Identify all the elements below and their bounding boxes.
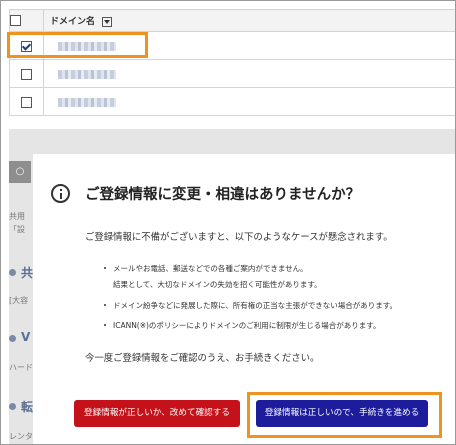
- row-checkbox[interactable]: [21, 97, 32, 108]
- domain-cell: [43, 87, 455, 116]
- background-bullet-icon: [9, 335, 16, 342]
- proceed-button-highlight: [247, 392, 442, 438]
- list-item: ドメイン紛争などに発展した際に、所有権の正当な主張ができない場合があります。: [103, 300, 397, 320]
- row-checkbox[interactable]: [21, 69, 32, 80]
- selected-row-highlight: [7, 32, 148, 58]
- domain-name-header-label: ドメイン名: [50, 17, 96, 27]
- list-item: ICANN(※)のポリシーによりドメインのご利用に制限が生じる場合があります。: [103, 320, 397, 336]
- background-bullet-icon: [9, 269, 16, 276]
- background-text: ハード: [9, 363, 33, 372]
- background-text: [大容: [9, 296, 29, 305]
- row-checkbox-cell: [9, 59, 44, 88]
- select-all-cell: [9, 9, 44, 32]
- info-icon: [51, 184, 70, 203]
- background-text: レンタ: [9, 432, 33, 441]
- background-heading: 共: [21, 266, 34, 280]
- blurred-domain-name: [58, 98, 116, 107]
- table-row[interactable]: [9, 59, 455, 88]
- background-tab-icon: ○: [9, 161, 31, 183]
- screenshot-frame: ドメイン名 ○ 共用 「設 共 [大容 V ハード 転 レンタ ご登録情報に変更…: [0, 0, 456, 445]
- blurred-domain-name: [58, 70, 116, 79]
- domain-name-header[interactable]: ドメイン名: [43, 9, 455, 32]
- background-heading: 転: [21, 400, 34, 414]
- domain-table: ドメイン名: [9, 9, 455, 116]
- recheck-registration-button[interactable]: 登録情報が正しいか、改めて確認する: [74, 400, 240, 427]
- dialog-note: 今一度ご登録情報をご確認のうえ、お手続きください。: [85, 353, 320, 364]
- sort-dropdown-icon[interactable]: [102, 16, 113, 27]
- row-checkbox-cell: [9, 87, 44, 116]
- list-item-continuation: 結果として、大切なドメインの失効を招く可能性があります。: [113, 280, 322, 289]
- background-heading: V: [21, 330, 31, 344]
- select-all-checkbox[interactable]: [10, 15, 21, 26]
- dialog-title: ご登録情報に変更・相違はありませんか？: [85, 187, 361, 203]
- table-header-row: ドメイン名: [9, 9, 455, 32]
- table-row[interactable]: [9, 87, 455, 116]
- domain-cell: [43, 59, 455, 88]
- background-text: 共用: [9, 212, 25, 221]
- background-text: 「設: [9, 225, 25, 234]
- background-bullet-icon: [9, 403, 16, 410]
- concern-list: メールやお電話、郵送などでの各種ご案内ができません。 結果として、大切なドメイン…: [103, 263, 397, 336]
- dialog-lead-text: ご登録情報に不備がございますと、以下のようなケースが懸念されます。: [85, 232, 393, 243]
- list-item: メールやお電話、郵送などでの各種ご案内ができません。: [103, 263, 397, 279]
